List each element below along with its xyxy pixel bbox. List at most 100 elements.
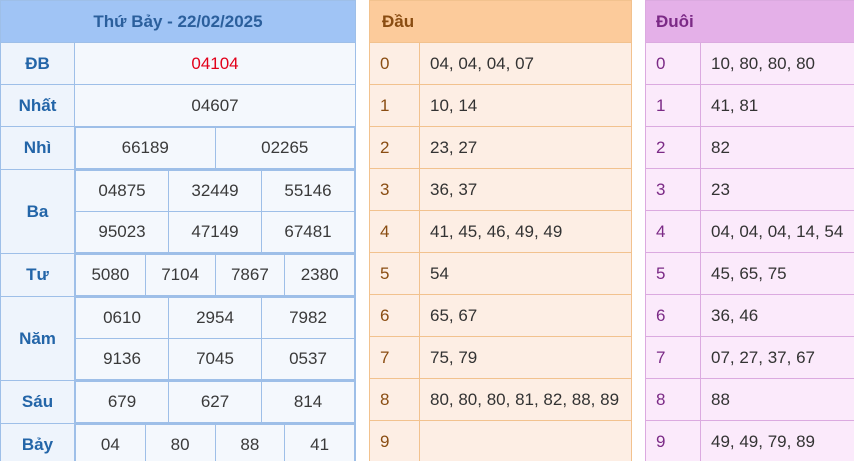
results-date-title: Thứ Bảy - 22/02/2025 bbox=[0, 0, 356, 43]
duoi-values: 04, 04, 04, 14, 54 bbox=[700, 210, 854, 253]
duoi-values: 07, 27, 37, 67 bbox=[700, 336, 854, 379]
duoi-row: 5 45, 65, 75 bbox=[645, 252, 854, 295]
prize-row-db: ĐB 04104 bbox=[0, 42, 356, 85]
duoi-row: 0 10, 80, 80, 80 bbox=[645, 42, 854, 85]
duoi-row: 6 36, 46 bbox=[645, 294, 854, 337]
duoi-digit: 8 bbox=[645, 378, 701, 421]
prize-label-nam: Năm bbox=[0, 296, 75, 381]
prize-value-nam: 2954 bbox=[168, 297, 262, 339]
duoi-values: 45, 65, 75 bbox=[700, 252, 854, 295]
prize-label-sau: Sáu bbox=[0, 380, 75, 424]
dau-digit: 2 bbox=[369, 126, 420, 169]
prize-label-tu: Tư bbox=[0, 253, 75, 297]
duoi-digit: 5 bbox=[645, 252, 701, 295]
dau-digit: 3 bbox=[369, 168, 420, 211]
dau-values bbox=[419, 420, 632, 461]
dau-digit: 8 bbox=[369, 378, 420, 421]
dau-digit: 4 bbox=[369, 210, 420, 253]
duoi-digit: 9 bbox=[645, 420, 701, 461]
prize-value-tu: 5080 bbox=[75, 254, 146, 296]
dau-row: 9 bbox=[369, 420, 632, 461]
prize-value-nam: 0537 bbox=[261, 338, 355, 380]
duoi-values: 10, 80, 80, 80 bbox=[700, 42, 854, 85]
dau-digit: 9 bbox=[369, 420, 420, 461]
dau-row: 0 04, 04, 04, 07 bbox=[369, 42, 632, 85]
dau-row: 3 36, 37 bbox=[369, 168, 632, 211]
dau-digit: 1 bbox=[369, 84, 420, 127]
prize-value-nhi: 66189 bbox=[75, 127, 216, 169]
duoi-row: 9 49, 49, 79, 89 bbox=[645, 420, 854, 461]
prize-value-nam: 0610 bbox=[75, 297, 169, 339]
prize-value-sau: 627 bbox=[168, 381, 262, 423]
prize-label-nhat: Nhất bbox=[0, 84, 75, 127]
prize-value-nam: 9136 bbox=[75, 338, 169, 380]
prize-value-tu: 2380 bbox=[284, 254, 355, 296]
prize-value-bay: 80 bbox=[144, 424, 216, 461]
prize-value-bay: 88 bbox=[214, 424, 286, 461]
prize-row-tu: Tư 5080 7104 7867 2380 bbox=[0, 253, 356, 297]
prize-value-nam: 7045 bbox=[168, 338, 262, 380]
duoi-values: 49, 49, 79, 89 bbox=[700, 420, 854, 461]
dau-values: 41, 45, 46, 49, 49 bbox=[419, 210, 632, 253]
dau-row: 4 41, 45, 46, 49, 49 bbox=[369, 210, 632, 253]
prize-value-ba: 67481 bbox=[261, 211, 355, 253]
prize-label-ba: Ba bbox=[0, 169, 75, 254]
prize-value-db: 04104 bbox=[74, 42, 356, 85]
prize-label-db: ĐB bbox=[0, 42, 75, 85]
dau-row: 7 75, 79 bbox=[369, 336, 632, 379]
duoi-digit: 7 bbox=[645, 336, 701, 379]
duoi-values: 82 bbox=[700, 126, 854, 169]
prize-label-bay: Bảy bbox=[0, 423, 75, 461]
duoi-values: 88 bbox=[700, 378, 854, 421]
dau-row: 6 65, 67 bbox=[369, 294, 632, 337]
dau-values: 54 bbox=[419, 252, 632, 295]
dau-table: Đầu 0 04, 04, 04, 07 1 10, 14 2 23, 27 3 36, 37… bbox=[369, 0, 632, 461]
prize-value-ba: 47149 bbox=[168, 211, 262, 253]
prize-value-bay: 04 bbox=[75, 424, 146, 461]
prize-value-tu: 7104 bbox=[144, 254, 216, 296]
duoi-row: 7 07, 27, 37, 67 bbox=[645, 336, 854, 379]
dau-values: 65, 67 bbox=[419, 294, 632, 337]
prize-value-ba: 95023 bbox=[75, 211, 169, 253]
duoi-row: 1 41, 81 bbox=[645, 84, 854, 127]
prize-row-ba: Ba 04875 32449 55146 95023 47149 67481 bbox=[0, 169, 356, 254]
dau-values: 80, 80, 80, 81, 82, 88, 89 bbox=[419, 378, 632, 421]
dau-values: 23, 27 bbox=[419, 126, 632, 169]
duoi-row: 4 04, 04, 04, 14, 54 bbox=[645, 210, 854, 253]
duoi-row: 8 88 bbox=[645, 378, 854, 421]
prize-value-bay: 41 bbox=[284, 424, 355, 461]
duoi-digit: 3 bbox=[645, 168, 701, 211]
dau-row: 1 10, 14 bbox=[369, 84, 632, 127]
dau-values: 10, 14 bbox=[419, 84, 632, 127]
dau-title: Đầu bbox=[369, 0, 632, 43]
duoi-digit: 2 bbox=[645, 126, 701, 169]
prize-value-ba: 04875 bbox=[75, 170, 169, 212]
prize-value-sau: 679 bbox=[75, 381, 169, 423]
prize-value-nam: 7982 bbox=[261, 297, 355, 339]
prize-value-sau: 814 bbox=[261, 381, 355, 423]
prize-row-nam: Năm 0610 2954 7982 9136 7045 0537 bbox=[0, 296, 356, 381]
dau-digit: 6 bbox=[369, 294, 420, 337]
duoi-digit: 1 bbox=[645, 84, 701, 127]
dau-values: 36, 37 bbox=[419, 168, 632, 211]
duoi-values: 23 bbox=[700, 168, 854, 211]
duoi-row: 3 23 bbox=[645, 168, 854, 211]
dau-row: 2 23, 27 bbox=[369, 126, 632, 169]
prize-row-nhi: Nhì 66189 02265 bbox=[0, 126, 356, 170]
prize-value-nhat: 04607 bbox=[74, 84, 356, 127]
duoi-values: 36, 46 bbox=[700, 294, 854, 337]
prize-row-nhat: Nhất 04607 bbox=[0, 84, 356, 127]
prize-value-ba: 32449 bbox=[168, 170, 262, 212]
prize-value-ba: 55146 bbox=[261, 170, 355, 212]
prize-value-nhi: 02265 bbox=[214, 127, 355, 169]
prize-row-bay: Bảy 04 80 88 41 bbox=[0, 423, 356, 461]
prize-label-nhi: Nhì bbox=[0, 126, 75, 170]
duoi-digit: 0 bbox=[645, 42, 701, 85]
dau-digit: 7 bbox=[369, 336, 420, 379]
duoi-table: Đuôi 0 10, 80, 80, 80 1 41, 81 2 82 3 23 4 04, 04… bbox=[645, 0, 854, 461]
prize-value-tu: 7867 bbox=[214, 254, 286, 296]
dau-values: 04, 04, 04, 07 bbox=[419, 42, 632, 85]
dau-digit: 0 bbox=[369, 42, 420, 85]
duoi-title: Đuôi bbox=[645, 0, 854, 43]
lottery-results-table: Thứ Bảy - 22/02/2025 ĐB 04104 Nhất 04607… bbox=[0, 0, 356, 461]
